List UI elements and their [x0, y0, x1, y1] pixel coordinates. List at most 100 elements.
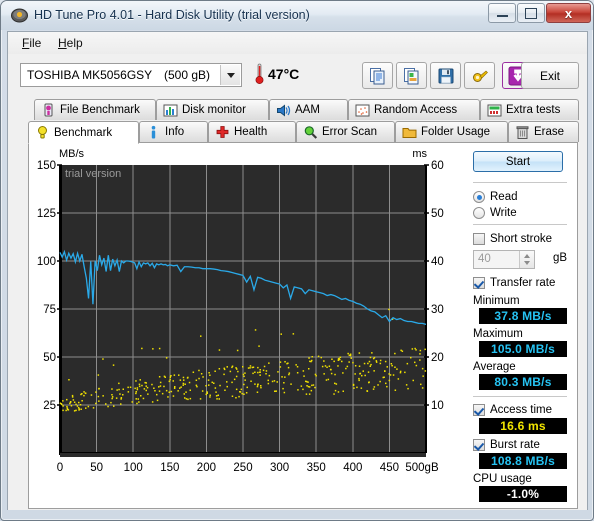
svg-text:75: 75 [43, 304, 56, 316]
tab-file-benchmark[interactable]: File Benchmark [34, 99, 156, 120]
svg-text:400: 400 [343, 462, 362, 474]
menu-help[interactable]: Help [52, 35, 89, 51]
benchmark-panel: trial version MB/s ms 150 125 100 75 50 [28, 142, 578, 509]
tab-label: Folder Usage [421, 126, 491, 138]
maximum-label: Maximum [473, 328, 523, 340]
tab-info[interactable]: Info [139, 121, 208, 142]
menu-file[interactable]: File [16, 35, 47, 51]
checkbox-transfer-rate[interactable]: Transfer rate [473, 275, 555, 291]
disk-monitor-icon [163, 103, 178, 118]
copy-image-icon[interactable] [396, 62, 427, 89]
tab-label: Error Scan [322, 126, 377, 138]
radio-read[interactable]: Read [473, 189, 518, 205]
svg-text:100: 100 [37, 256, 56, 268]
thermometer-icon [255, 63, 264, 84]
hd-tune-window: HD Tune Pro 4.01 - Hard Disk Utility (tr… [0, 0, 594, 521]
y-axis-right-unit: ms [412, 148, 427, 160]
svg-text:25: 25 [43, 400, 56, 412]
short-stroke-checkbox[interactable] [473, 233, 485, 245]
start-button[interactable]: Start [473, 151, 563, 172]
tab-erase[interactable]: Erase [508, 121, 579, 142]
copy-icon[interactable] [362, 62, 393, 89]
radio-write[interactable]: Write [473, 205, 517, 221]
svg-text:40: 40 [431, 256, 444, 268]
tab-error-scan[interactable]: Error Scan [296, 121, 395, 142]
short-stroke-value: 40 [478, 253, 491, 265]
tab-label: AAM [295, 104, 320, 116]
spinner-buttons[interactable] [519, 251, 534, 268]
short-stroke-input[interactable]: 40 [473, 250, 535, 269]
tab-label: Random Access [374, 104, 458, 116]
maximize-button[interactable] [517, 3, 545, 23]
svg-text:450: 450 [380, 462, 399, 474]
window-frame: HD Tune Pro 4.01 - Hard Disk Utility (tr… [0, 0, 594, 521]
svg-text:300: 300 [270, 462, 289, 474]
svg-text:20: 20 [431, 352, 444, 364]
client-area: File Help TOSHIBA MK5056GSY (500 gB) 47°… [7, 31, 588, 510]
radio-read-indicator[interactable] [473, 191, 485, 203]
access-time-checkbox[interactable] [473, 404, 485, 416]
burst-rate-label: Burst rate [490, 439, 540, 451]
tab-random-access[interactable]: Random Access [348, 99, 480, 120]
burst-rate-checkbox[interactable] [473, 439, 485, 451]
tab-aam[interactable]: AAM [269, 99, 348, 120]
y-axis-right-ticks: 60 50 40 30 20 10 [431, 160, 444, 412]
y-axis-left-unit: MB/s [59, 148, 85, 160]
minimum-value: 37.8 MB/s [479, 308, 567, 324]
drive-select[interactable]: TOSHIBA MK5056GSY (500 gB) [20, 63, 242, 87]
window-controls: x [487, 3, 591, 25]
svg-text:60: 60 [431, 160, 444, 172]
title-bar[interactable]: HD Tune Pro 4.01 - Hard Disk Utility (tr… [1, 1, 593, 30]
info-icon [146, 125, 161, 140]
chart-svg: trial version MB/s ms 150 125 100 75 50 [37, 148, 444, 474]
chevron-down-icon[interactable] [220, 65, 240, 85]
transfer-rate-label: Transfer rate [490, 277, 556, 289]
tab-health[interactable]: Health [208, 121, 296, 142]
minimize-button[interactable] [488, 3, 516, 23]
cpu-usage-label: CPU usage [473, 473, 532, 485]
maximum-value: 105.0 MB/s [479, 341, 567, 357]
tab-folder-usage[interactable]: Folder Usage [395, 121, 508, 142]
magnifier-icon [303, 125, 318, 140]
average-value: 80.3 MB/s [479, 374, 567, 390]
bulb-icon [35, 125, 50, 140]
tab-label: Erase [534, 126, 565, 138]
exit-button[interactable]: Exit [521, 62, 579, 89]
trial-watermark: trial version [65, 168, 121, 180]
file-benchmark-icon [41, 103, 56, 118]
svg-text:500gB: 500gB [405, 462, 439, 474]
extra-tests-icon [487, 103, 502, 118]
access-time-value: 16.6 ms [479, 418, 567, 434]
tab-disk-monitor[interactable]: Disk monitor [156, 99, 269, 120]
drive-name: TOSHIBA MK5056GSY [27, 68, 153, 82]
cpu-usage-value: -1.0% [479, 486, 567, 502]
svg-text:350: 350 [307, 462, 326, 474]
svg-text:30: 30 [431, 304, 444, 316]
checkbox-burst-rate[interactable]: Burst rate [473, 437, 540, 453]
svg-text:250: 250 [233, 462, 252, 474]
burst-rate-value: 108.8 MB/s [479, 453, 567, 469]
average-label: Average [473, 361, 516, 373]
tab-label: Health [234, 126, 268, 138]
tab-label: Benchmark [54, 126, 113, 139]
transfer-rate-checkbox[interactable] [473, 277, 485, 289]
save-icon[interactable] [430, 62, 461, 89]
settings-icon[interactable] [464, 62, 495, 89]
svg-text:50: 50 [90, 462, 103, 474]
short-stroke-unit: gB [553, 252, 568, 264]
tab-label: Extra tests [506, 104, 561, 116]
checkbox-access-time[interactable]: Access time [473, 402, 552, 418]
toolbar: TOSHIBA MK5056GSY (500 gB) 47°C Exit [8, 54, 587, 98]
hard-disk-icon [11, 8, 28, 23]
close-button[interactable]: x [546, 3, 591, 23]
svg-text:0: 0 [57, 462, 63, 474]
tab-label: Info [165, 126, 185, 138]
svg-text:100: 100 [124, 462, 143, 474]
menu-bar: File Help [8, 32, 587, 55]
radio-write-indicator[interactable] [473, 207, 485, 219]
checkbox-short-stroke[interactable]: Short stroke [473, 231, 552, 247]
tab-benchmark[interactable]: Benchmark [28, 121, 139, 144]
svg-text:125: 125 [37, 208, 56, 220]
tab-extra-tests[interactable]: Extra tests [480, 99, 579, 120]
window-title: HD Tune Pro 4.01 - Hard Disk Utility (tr… [34, 8, 310, 22]
